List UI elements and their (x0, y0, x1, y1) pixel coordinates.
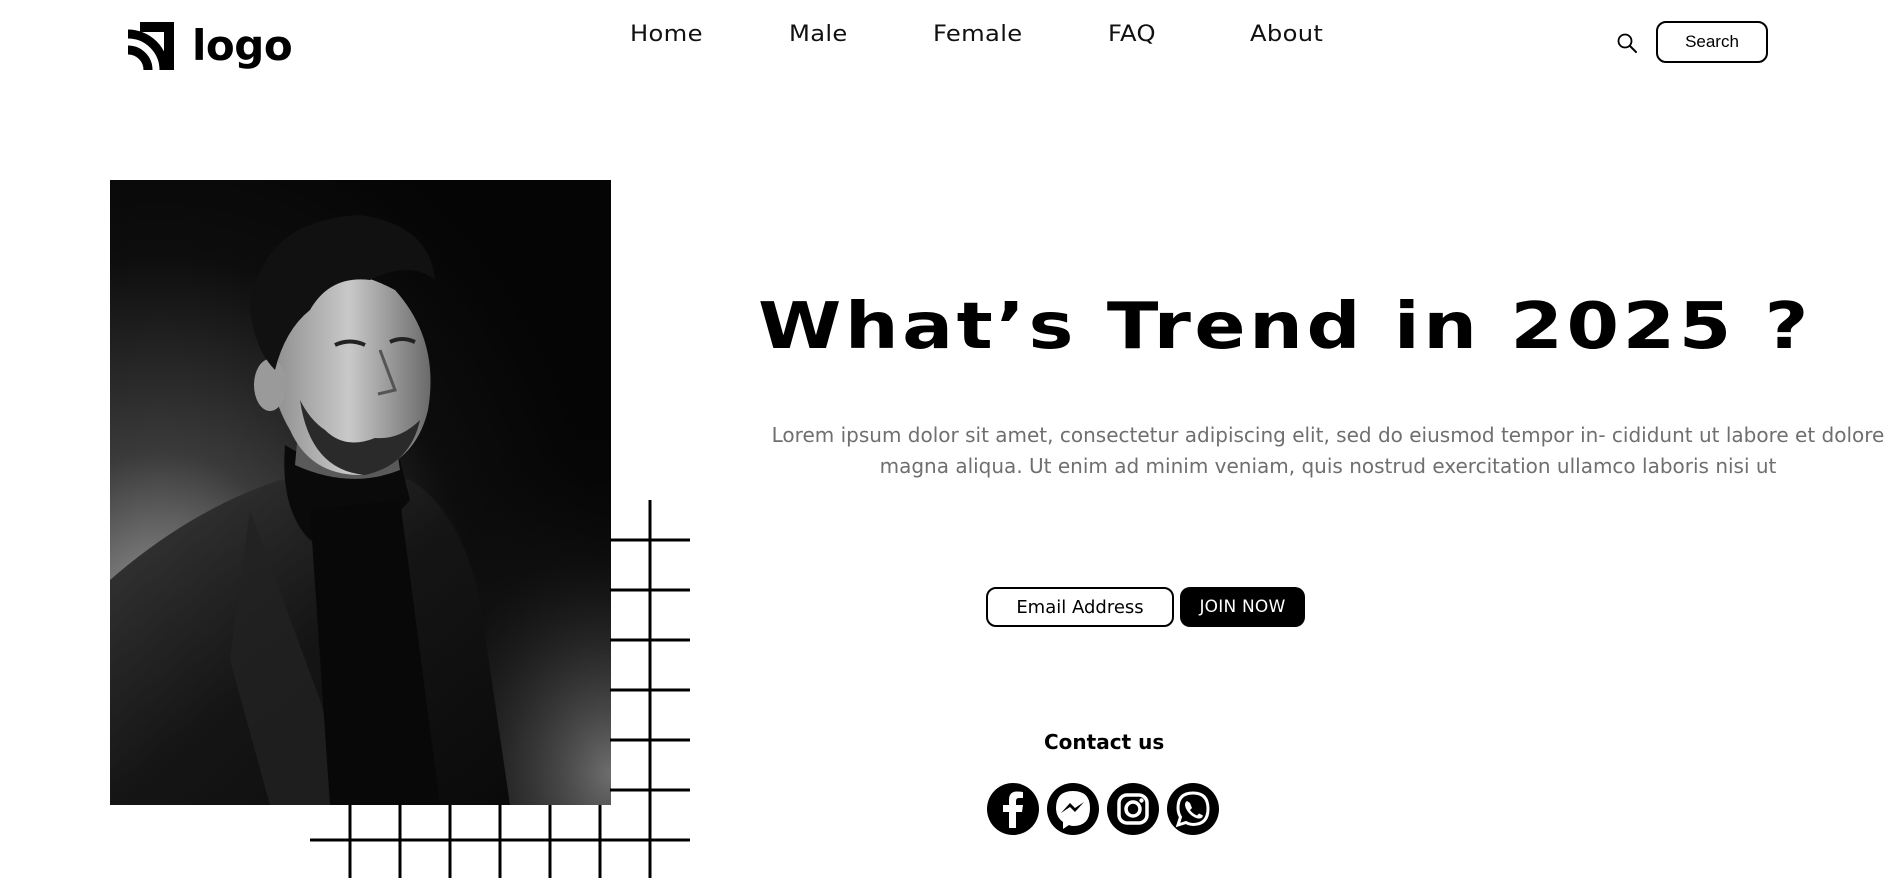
grid-decoration (310, 500, 690, 878)
search-icon[interactable] (1616, 32, 1638, 54)
nav-item-home[interactable]: Home (630, 22, 703, 47)
nav-item-about[interactable]: About (1250, 22, 1323, 47)
join-now-button[interactable]: JOIN NOW (1180, 587, 1305, 627)
whatsapp-icon[interactable] (1166, 782, 1220, 836)
site-header: logo Home Male Female FAQ About Search (0, 0, 1902, 90)
facebook-icon[interactable] (986, 782, 1040, 836)
hero-headline: What’s Trend in 2025 ? (758, 290, 1812, 364)
nav-item-female[interactable]: Female (933, 22, 1022, 47)
messenger-icon[interactable] (1046, 782, 1100, 836)
nav-item-faq[interactable]: FAQ (1108, 22, 1156, 47)
search-button[interactable]: Search (1656, 21, 1768, 63)
contact-title: Contact us (1044, 730, 1165, 754)
email-field[interactable] (986, 587, 1174, 627)
hero-description: Lorem ipsum dolor sit amet, consectetur … (771, 423, 1885, 478)
nav-item-male[interactable]: Male (789, 22, 848, 47)
instagram-icon[interactable] (1106, 782, 1160, 836)
